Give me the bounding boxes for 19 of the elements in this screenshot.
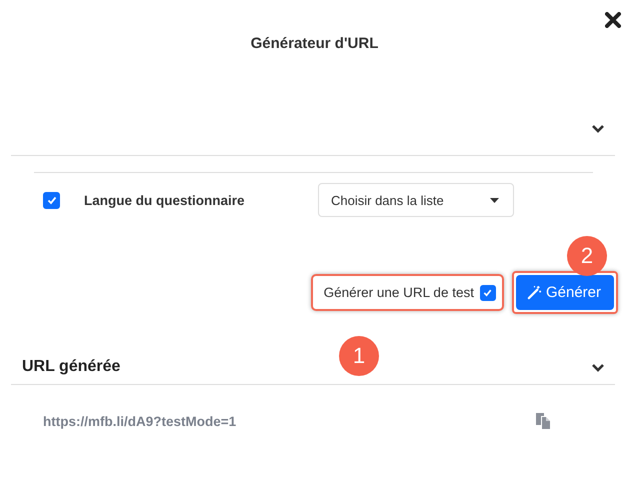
chevron-down-icon[interactable] [591,362,605,372]
generated-url: https://mfb.li/dA9?testMode=1 [43,414,238,428]
close-icon[interactable] [604,11,622,29]
chevron-down-icon[interactable] [591,124,605,133]
checkbox[interactable] [43,192,60,208]
magic-wand-icon [526,285,542,300]
callout-badge: 2 [567,236,607,276]
check-icon [46,194,58,206]
dialog-title: Générateur d'URL [250,34,380,52]
checkbox-label: Générer une URL de test [324,285,474,300]
field-label: Langue du questionnaire [84,192,246,208]
copy-icon[interactable] [536,413,550,429]
section-title: URL générée [22,358,120,376]
language-select[interactable]: Choisir dans la liste [318,183,514,217]
check-icon [482,287,494,298]
checkbox[interactable] [480,284,496,300]
caret-icon [490,198,499,202]
generate-button[interactable]: Générer [516,275,614,310]
callout-badge: 1 [339,336,379,376]
